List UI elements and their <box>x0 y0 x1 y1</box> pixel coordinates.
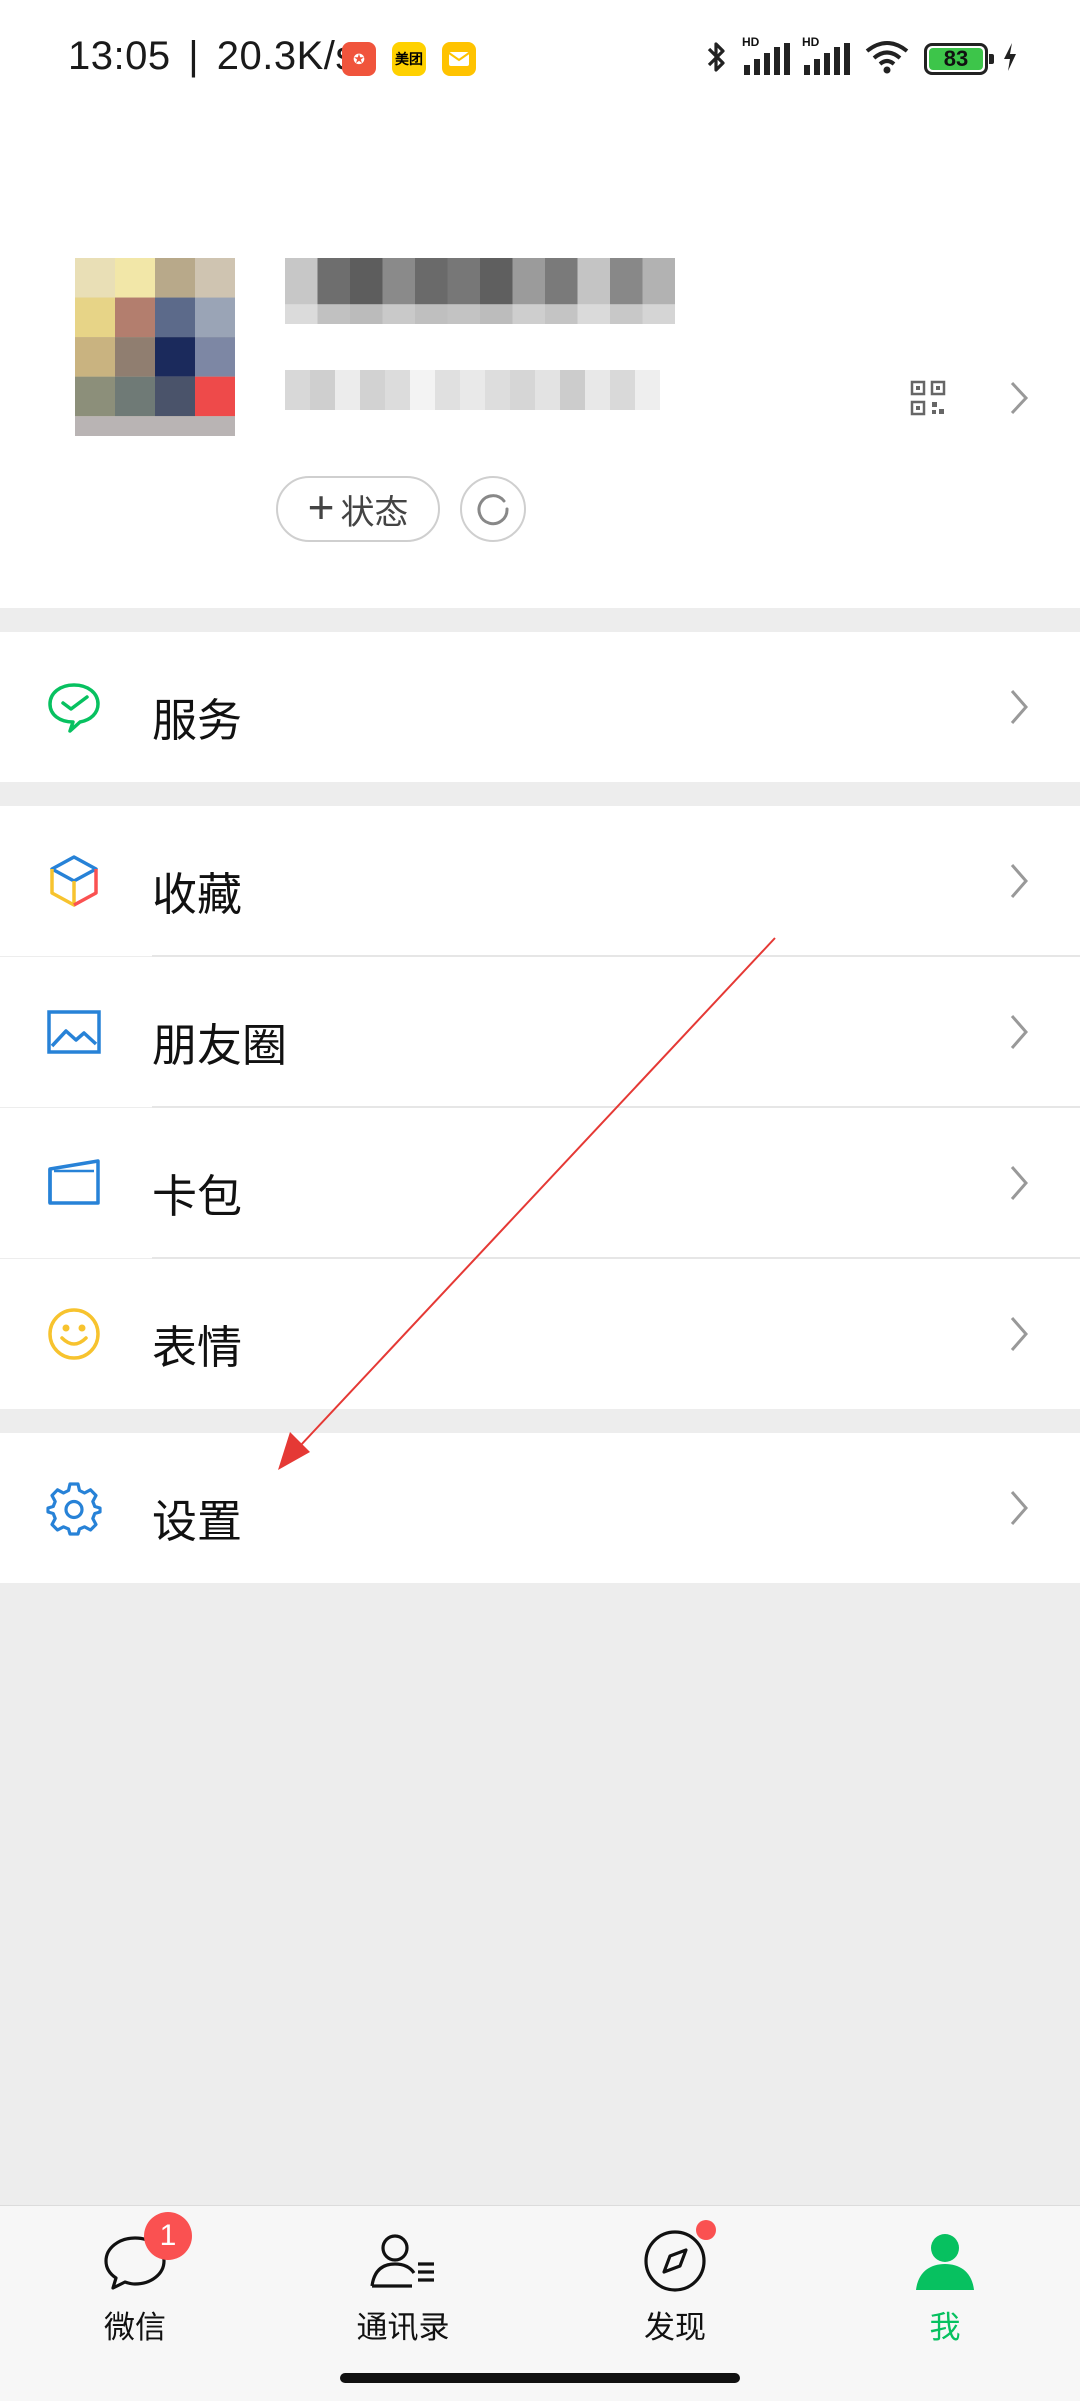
menu-label-moments: 朋友圈 <box>152 1020 288 1071</box>
unread-badge: 1 <box>144 2212 192 2260</box>
status-separator: | <box>188 34 200 78</box>
tab-label-chats: 微信 <box>104 2310 166 2345</box>
meituan-app-icon: 美团 <box>392 42 426 76</box>
tab-me[interactable]: 我 <box>845 2226 1045 2366</box>
menu-item-settings[interactable]: 设置 <box>0 1433 1080 1583</box>
wechat-id-blurred <box>285 370 660 410</box>
picture-icon <box>47 1010 101 1054</box>
tab-label-contacts: 通讯录 <box>356 2310 450 2345</box>
menu-item-cards[interactable]: 卡包 <box>0 1108 1080 1258</box>
tab-contacts[interactable]: 通讯录 <box>303 2226 503 2366</box>
gear-icon <box>46 1482 102 1536</box>
tab-chats[interactable]: 1 微信 <box>35 2212 235 2366</box>
menu-label-cards: 卡包 <box>152 1171 243 1222</box>
bluetooth-icon <box>704 39 730 80</box>
chevron-right-icon <box>1010 690 1028 724</box>
menu-item-favorites[interactable]: 收藏 <box>0 806 1080 956</box>
game-app-icon: ✪ <box>342 42 376 76</box>
wechat-pay-icon <box>48 683 100 733</box>
signal-icon: HD <box>742 35 790 75</box>
avatar[interactable] <box>75 258 235 436</box>
charging-icon <box>1002 42 1018 77</box>
tab-discover[interactable]: 发现 <box>575 2220 775 2366</box>
menu-label-services: 服务 <box>152 695 243 746</box>
mail-app-icon <box>442 42 476 76</box>
chevron-right-icon <box>1010 1015 1028 1049</box>
cube-icon <box>50 855 98 907</box>
network-speed: 20.3K/s <box>216 34 356 78</box>
menu-label-settings: 设置 <box>152 1496 243 1547</box>
qr-code-icon[interactable] <box>910 380 946 416</box>
contacts-icon <box>370 2234 434 2288</box>
status-time-group: 13:05 | 20.3K/s <box>68 34 356 79</box>
tab-label-discover: 发现 <box>644 2310 706 2345</box>
refresh-icon <box>477 494 509 526</box>
status-indicators: HD HD 83 <box>704 35 1018 82</box>
signal-icon-2: HD <box>802 35 850 75</box>
battery-icon: 83 <box>924 43 994 75</box>
bottom-tab-bar: 1 微信 通讯录 发现 我 <box>0 2205 1080 2401</box>
smiley-icon <box>48 1308 100 1360</box>
tab-label-me: 我 <box>929 2310 961 2345</box>
chevron-right-icon <box>1010 1166 1028 1200</box>
chevron-right-icon <box>1010 1491 1028 1525</box>
status-refresh-button[interactable] <box>460 476 526 542</box>
menu-item-moments[interactable]: 朋友圈 <box>0 957 1080 1107</box>
battery-level: 83 <box>929 46 983 71</box>
chevron-right-icon <box>1010 381 1029 415</box>
nickname-blurred <box>285 258 675 324</box>
menu-item-stickers[interactable]: 表情 <box>0 1259 1080 1409</box>
plus-icon: + <box>307 481 335 533</box>
chevron-right-icon <box>1010 864 1028 898</box>
profile-header[interactable]: + 状态 <box>0 118 1080 608</box>
add-status-button[interactable]: + 状态 <box>276 476 440 542</box>
notification-dot <box>696 2220 716 2240</box>
hd-label: HD <box>742 35 760 49</box>
chevron-right-icon <box>1010 1317 1028 1351</box>
person-icon <box>916 2234 974 2290</box>
menu-item-services[interactable]: 服务 <box>0 632 1080 782</box>
status-bar: 13:05 | 20.3K/s ✪ 美团 HD HD 83 <box>0 0 1080 118</box>
hd-label-2: HD <box>802 35 820 49</box>
home-indicator[interactable] <box>340 2373 740 2383</box>
wallet-icon <box>48 1159 100 1205</box>
menu-label-stickers: 表情 <box>152 1322 243 1373</box>
wifi-icon <box>864 40 910 79</box>
status-button-label: 状态 <box>340 493 409 532</box>
status-time: 13:05 <box>68 34 171 78</box>
menu-label-favorites: 收藏 <box>152 869 243 920</box>
